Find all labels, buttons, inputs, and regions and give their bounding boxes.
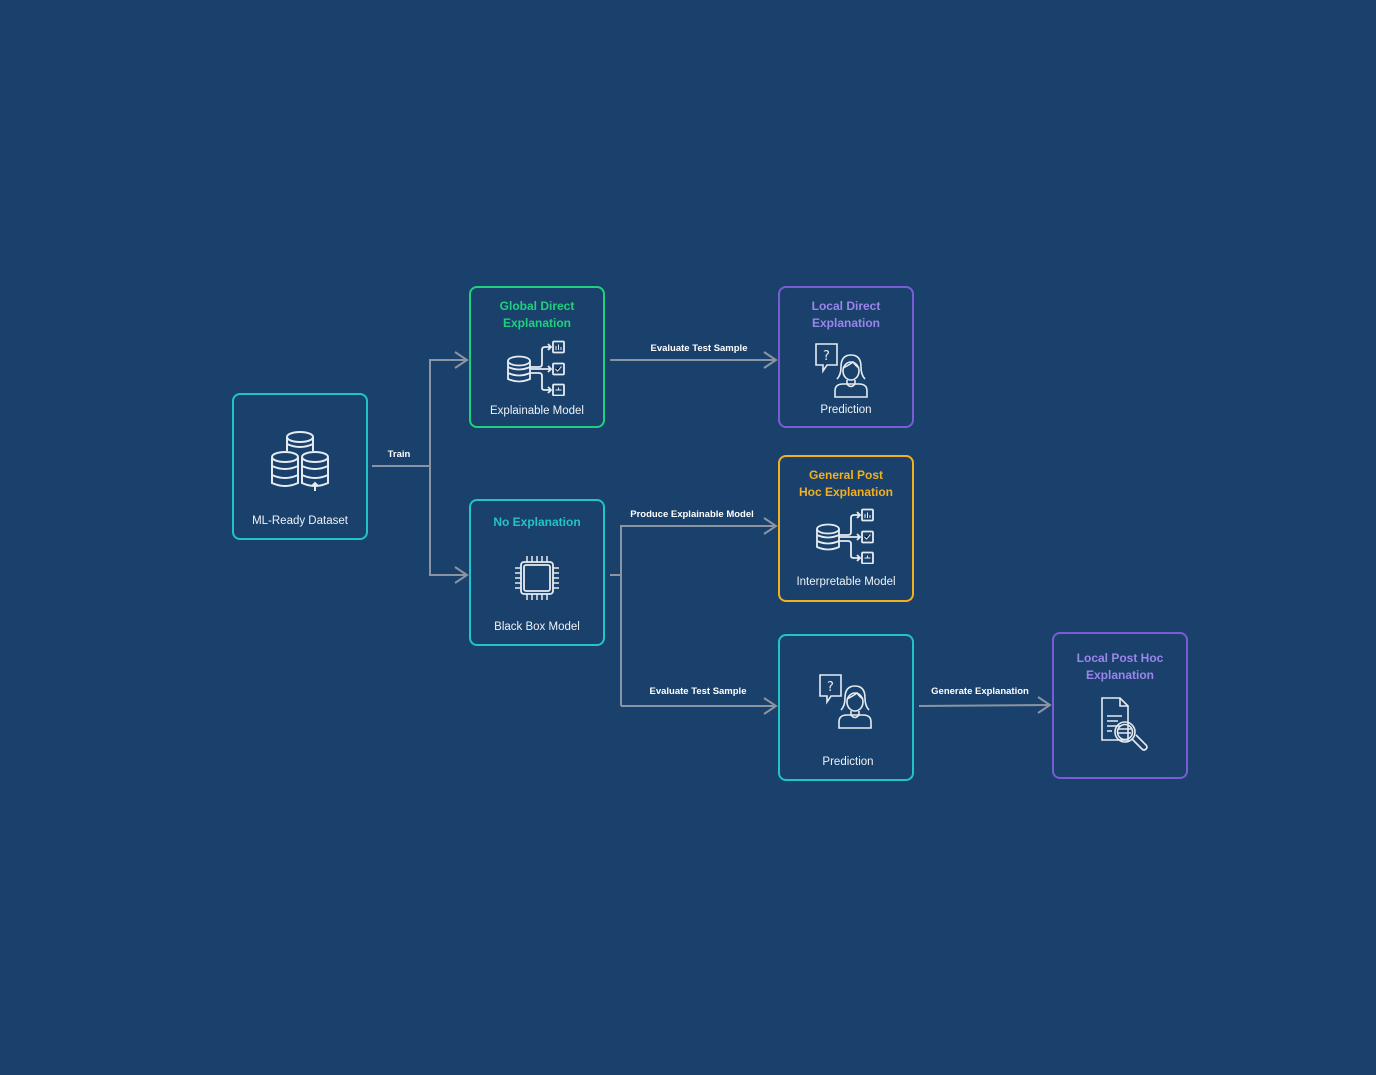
node-label: Interpretable Model bbox=[796, 576, 896, 588]
node-label: Black Box Model bbox=[494, 621, 580, 633]
node-title: Local Post Hoc Explanation bbox=[1076, 651, 1164, 682]
node-title: No Explanation bbox=[493, 515, 581, 529]
edge-black-box-to-general-post-hoc bbox=[620, 525, 776, 706]
database-to-charts-icon bbox=[816, 508, 874, 564]
node-label: ML-Ready Dataset bbox=[252, 515, 348, 527]
svg-text:?: ? bbox=[823, 349, 830, 364]
edges-layer bbox=[372, 351, 1052, 715]
edge-label-evaluate-test-sample-top: Evaluate Test Sample bbox=[650, 343, 748, 354]
node-prediction[interactable]: ? Prediction bbox=[778, 634, 914, 781]
edge-label-train: Train bbox=[387, 449, 411, 460]
edge-dataset-trunk bbox=[372, 359, 466, 467]
node-global-direct-explanation[interactable]: Global Direct Explanation Explainable Mo… bbox=[469, 286, 605, 428]
svg-text:?: ? bbox=[827, 680, 834, 695]
person-question-icon: ? bbox=[819, 674, 872, 729]
node-local-post-hoc-explanation[interactable]: Local Post Hoc Explanation bbox=[1052, 632, 1188, 779]
node-ml-ready-dataset[interactable]: ML-Ready Dataset bbox=[232, 393, 368, 540]
node-title: General Post Hoc Explanation bbox=[798, 468, 893, 499]
database-stack-icon bbox=[271, 431, 329, 491]
edge-label-produce-explainable-model: Produce Explainable Model bbox=[630, 509, 754, 520]
chip-icon bbox=[515, 556, 559, 600]
node-label: Explainable Model bbox=[490, 405, 584, 417]
edge-label-evaluate-test-sample-bottom: Evaluate Test Sample bbox=[649, 686, 747, 697]
node-title: Local Direct Explanation bbox=[811, 299, 881, 330]
node-title: Global Direct Explanation bbox=[499, 299, 575, 330]
node-no-explanation[interactable]: No Explanation Black Box Model bbox=[469, 499, 605, 646]
edge-prediction-to-local-post-hoc bbox=[918, 704, 1051, 707]
person-question-icon: ? bbox=[815, 343, 868, 398]
node-label: Prediction bbox=[822, 756, 874, 768]
edge-dataset-to-no-explanation bbox=[429, 466, 466, 576]
diagram-canvas: Train Evaluate Test Sample Produce Expla… bbox=[0, 0, 1376, 1075]
database-to-charts-icon bbox=[507, 340, 565, 396]
node-label: Prediction bbox=[820, 404, 872, 416]
node-general-post-hoc-explanation[interactable]: General Post Hoc Explanation Interpretab… bbox=[778, 455, 914, 602]
node-local-direct-explanation[interactable]: Local Direct Explanation ? Prediction bbox=[778, 286, 914, 428]
edge-label-generate-explanation: Generate Explanation bbox=[931, 686, 1029, 697]
document-search-icon bbox=[1101, 697, 1148, 751]
